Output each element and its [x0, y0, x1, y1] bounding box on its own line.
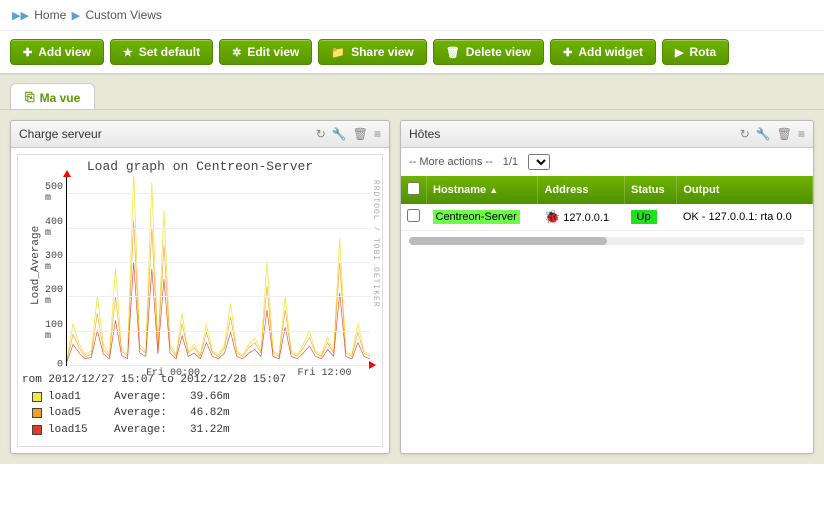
- col-status[interactable]: Status: [625, 176, 677, 204]
- widget-title: Hôtes: [409, 127, 440, 141]
- chart-plot: 0100 m200 m300 m400 m500 mFri 00:00Fri 1…: [66, 176, 370, 366]
- rotation-button[interactable]: ▶ Rota: [662, 39, 729, 65]
- status-badge: Up: [631, 210, 657, 224]
- select-all-checkbox[interactable]: [407, 182, 420, 195]
- gear-icon: ✲: [232, 46, 241, 59]
- legend-avg-label: Average:: [114, 405, 184, 422]
- widget-hosts: Hôtes ↻ 🔧 🗑 ≡ -- More actions -- 1/1 Hos…: [400, 120, 814, 454]
- breadcrumb-current[interactable]: Custom Views: [85, 8, 161, 22]
- delete-view-button[interactable]: 🗑 Delete view: [433, 39, 544, 65]
- legend-row: load15 Average: 31.22m: [22, 422, 378, 439]
- legend-name: load15: [48, 422, 108, 439]
- legend-swatch: [32, 425, 42, 435]
- tab-strip: ⎘ Ma vue: [0, 75, 824, 110]
- trash-icon: 🗑: [446, 46, 460, 59]
- tab-ma-vue[interactable]: ⎘ Ma vue: [10, 83, 95, 109]
- legend-row: load1 Average: 39.66m: [22, 389, 378, 406]
- widget-charge-serveur: Charge serveur ↻ 🔧 🗑 ≡ Load graph on Cen…: [10, 120, 390, 454]
- refresh-icon[interactable]: ↻: [316, 127, 326, 141]
- legend-row: load5 Average: 46.82m: [22, 405, 378, 422]
- legend-swatch: [32, 408, 42, 418]
- content: Charge serveur ↻ 🔧 🗑 ≡ Load graph on Cen…: [0, 110, 824, 464]
- pin-icon: ⎘: [25, 90, 35, 105]
- tab-label: Ma vue: [40, 91, 81, 105]
- col-address[interactable]: Address: [538, 176, 625, 204]
- wrench-icon[interactable]: 🔧: [332, 127, 347, 141]
- star-icon: ★: [123, 46, 133, 59]
- chart-title: Load graph on Centreon-Server: [18, 155, 382, 176]
- btn-label: Rota: [689, 45, 716, 59]
- col-hostname[interactable]: Hostname▲: [427, 176, 538, 204]
- hostname-cell[interactable]: Centreon-Server: [433, 210, 520, 224]
- add-view-button[interactable]: ✚ Add view: [10, 39, 104, 65]
- sort-asc-icon: ▲: [489, 185, 498, 195]
- toolbar: ✚ Add view ★ Set default ✲ Edit view 📁 Share…: [0, 31, 824, 75]
- host-actions: -- More actions -- 1/1: [401, 148, 813, 176]
- legend-swatch: [32, 392, 42, 402]
- trash-icon[interactable]: 🗑: [777, 127, 792, 141]
- plus-icon: ✚: [23, 46, 32, 59]
- plus-icon: ✚: [563, 46, 572, 59]
- legend-name: load1: [48, 389, 108, 406]
- trash-icon[interactable]: 🗑: [353, 127, 368, 141]
- wrench-icon[interactable]: 🔧: [756, 127, 771, 141]
- widget-header: Charge serveur ↻ 🔧 🗑 ≡: [11, 121, 389, 148]
- horizontal-scrollbar[interactable]: [409, 237, 805, 245]
- load-chart: Load graph on Centreon-Server Load_Avera…: [17, 154, 383, 447]
- hosts-table: Hostname▲ Address Status Output Centreon…: [401, 176, 813, 231]
- breadcrumb: ▶▶ Home ▶ Custom Views: [0, 0, 824, 31]
- btn-label: Edit view: [247, 45, 299, 59]
- chevron-icon: ▶: [72, 10, 80, 22]
- btn-label: Delete view: [466, 45, 531, 59]
- folder-icon: 📁: [331, 46, 345, 59]
- add-widget-button[interactable]: ✚ Add widget: [550, 39, 656, 65]
- breadcrumb-home[interactable]: Home: [34, 8, 66, 22]
- address-cell: 127.0.0.1: [563, 212, 609, 224]
- row-checkbox[interactable]: [407, 209, 420, 222]
- page-select[interactable]: [528, 154, 550, 170]
- legend-avg-label: Average:: [114, 422, 184, 439]
- output-cell: OK - 127.0.0.1: rta 0.0: [677, 204, 813, 231]
- chart-ylabel: Load_Average: [30, 226, 42, 305]
- share-view-button[interactable]: 📁 Share view: [318, 39, 426, 65]
- btn-label: Add view: [38, 45, 91, 59]
- widget-header: Hôtes ↻ 🔧 🗑 ≡: [401, 121, 813, 148]
- widget-title: Charge serveur: [19, 127, 102, 141]
- play-icon: ▶: [675, 46, 683, 59]
- menu-icon[interactable]: ≡: [798, 127, 805, 141]
- legend-avg-value: 39.66m: [190, 389, 230, 406]
- bug-icon[interactable]: 🐞: [544, 209, 560, 224]
- legend-avg-value: 31.22m: [190, 422, 230, 439]
- legend-avg-value: 46.82m: [190, 405, 230, 422]
- edit-view-button[interactable]: ✲ Edit view: [219, 39, 312, 65]
- menu-icon[interactable]: ≡: [374, 127, 381, 141]
- btn-label: Add widget: [578, 45, 643, 59]
- refresh-icon[interactable]: ↻: [740, 127, 750, 141]
- legend-name: load5: [48, 405, 108, 422]
- set-default-button[interactable]: ★ Set default: [110, 39, 213, 65]
- btn-label: Set default: [139, 45, 200, 59]
- col-output[interactable]: Output: [677, 176, 813, 204]
- chevron-icon: ▶▶: [12, 10, 29, 22]
- btn-label: Share view: [351, 45, 414, 59]
- pagination-label: 1/1: [503, 156, 518, 168]
- table-header-row: Hostname▲ Address Status Output: [401, 176, 813, 204]
- more-actions-label: -- More actions --: [409, 156, 493, 168]
- legend-avg-label: Average:: [114, 389, 184, 406]
- chart-credit: RRDTOOL / TOBI OETIKER: [371, 180, 380, 308]
- table-row: Centreon-Server 🐞 127.0.0.1 Up OK - 127.0.0…: [401, 204, 813, 231]
